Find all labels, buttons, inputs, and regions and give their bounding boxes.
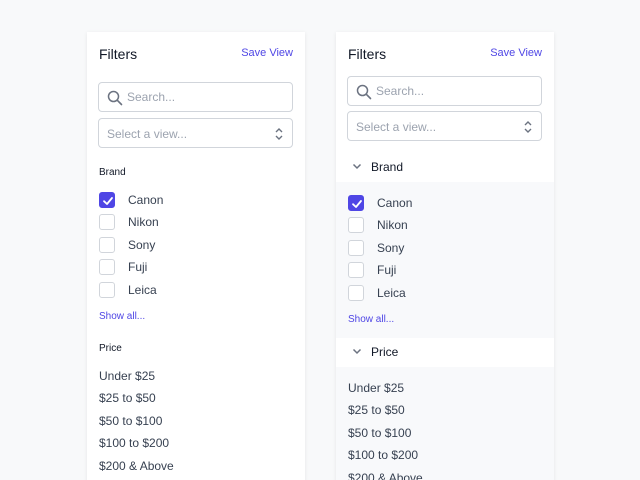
chevron-down-icon [352, 348, 362, 355]
checkbox[interactable] [348, 240, 364, 256]
price-option[interactable]: $50 to $100 [348, 426, 411, 440]
chevron-up-down-icon [524, 121, 532, 133]
brand-option-label: Canon [377, 196, 413, 210]
brand-option-label: Leica [377, 286, 406, 300]
save-view-link[interactable]: Save View [490, 47, 542, 59]
panel-header: Filters Save View [99, 46, 293, 64]
filters-panel-flat: Filters Save View Select a view... Brand… [87, 32, 305, 480]
checkbox[interactable] [348, 217, 364, 233]
view-select-placeholder: Select a view... [356, 120, 437, 134]
brand-option-fuji[interactable]: Fuji [348, 262, 528, 280]
panel-header: Filters Save View [348, 46, 542, 64]
brand-accordion-header[interactable]: Brand [336, 154, 554, 180]
brand-section-label: Brand [371, 160, 404, 174]
brand-option-sony[interactable]: Sony [99, 237, 279, 255]
search-field[interactable] [98, 82, 293, 112]
brand-option-leica[interactable]: Leica [99, 282, 279, 300]
brand-option-label: Fuji [128, 260, 148, 274]
brand-accordion-body: Canon Nikon Sony Fuji Leica Show all... [336, 182, 554, 338]
panel-title: Filters [348, 46, 387, 62]
price-accordion-body: Under $25 $25 to $50 $50 to $100 $100 to… [336, 367, 554, 480]
checkbox-checked[interactable] [348, 195, 364, 211]
save-view-link[interactable]: Save View [241, 47, 293, 59]
brand-option-label: Sony [377, 241, 405, 255]
chevron-up-down-icon [275, 128, 283, 140]
brand-option-nikon[interactable]: Nikon [348, 217, 528, 235]
view-select[interactable]: Select a view... [347, 111, 542, 141]
price-option[interactable]: Under $25 [99, 369, 155, 383]
brand-option-canon[interactable]: Canon [99, 192, 279, 210]
brand-option-label: Leica [128, 283, 157, 297]
price-option[interactable]: $100 to $200 [348, 448, 418, 462]
price-option[interactable]: $200 & Above [99, 459, 174, 473]
view-select[interactable]: Select a view... [98, 118, 293, 148]
panel-title: Filters [99, 46, 138, 62]
price-option[interactable]: $100 to $200 [99, 436, 169, 450]
check-icon [103, 197, 113, 205]
brand-option-fuji[interactable]: Fuji [99, 259, 279, 277]
brand-option-sony[interactable]: Sony [348, 240, 528, 258]
brand-option-nikon[interactable]: Nikon [99, 214, 279, 232]
price-section-label: Price [99, 343, 122, 354]
checkbox[interactable] [348, 262, 364, 278]
brand-show-all-link[interactable]: Show all... [348, 314, 394, 325]
brand-option-label: Canon [128, 193, 164, 207]
search-field[interactable] [347, 76, 542, 106]
check-icon [352, 200, 362, 208]
price-option[interactable]: $200 & Above [348, 471, 423, 480]
view-select-placeholder: Select a view... [107, 127, 188, 141]
brand-show-all-link[interactable]: Show all... [99, 311, 145, 322]
price-option[interactable]: Under $25 [348, 381, 404, 395]
brand-option-canon[interactable]: Canon [348, 195, 528, 213]
brand-option-leica[interactable]: Leica [348, 285, 528, 303]
search-icon [356, 84, 372, 100]
price-section-label: Price [371, 345, 399, 359]
filters-panel-accordion: Filters Save View Select a view... Brand… [336, 32, 554, 480]
checkbox[interactable] [99, 282, 115, 298]
search-icon [107, 90, 123, 106]
price-option[interactable]: $25 to $50 [348, 403, 405, 417]
checkbox-checked[interactable] [99, 192, 115, 208]
price-option[interactable]: $25 to $50 [99, 391, 156, 405]
checkbox[interactable] [99, 214, 115, 230]
search-input[interactable] [127, 83, 277, 111]
checkbox[interactable] [99, 237, 115, 253]
chevron-down-icon [352, 163, 362, 170]
brand-option-label: Nikon [128, 215, 159, 229]
brand-option-label: Fuji [377, 263, 397, 277]
price-accordion-header[interactable]: Price [336, 339, 554, 365]
brand-section-label: Brand [99, 167, 126, 178]
brand-option-label: Nikon [377, 218, 408, 232]
checkbox[interactable] [348, 285, 364, 301]
search-input[interactable] [376, 77, 526, 105]
brand-option-label: Sony [128, 238, 156, 252]
checkbox[interactable] [99, 259, 115, 275]
price-option[interactable]: $50 to $100 [99, 414, 162, 428]
